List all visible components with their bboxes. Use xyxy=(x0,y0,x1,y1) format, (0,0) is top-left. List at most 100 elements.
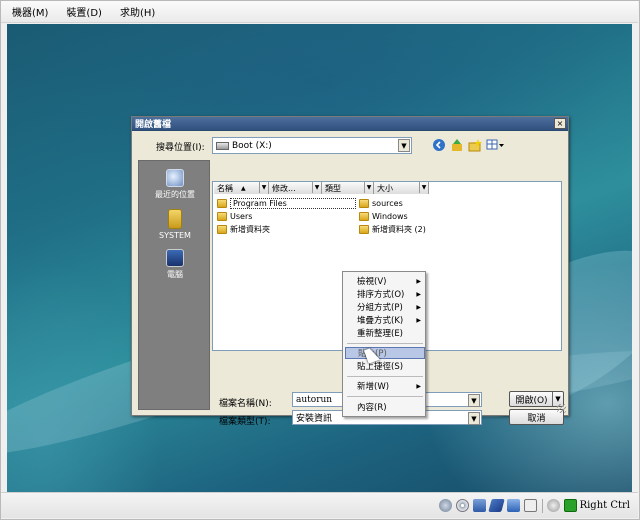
network-icon[interactable] xyxy=(472,499,486,512)
menu-item-label: 排序方式(O) xyxy=(357,290,405,300)
menu-machine[interactable]: 機器(M) xyxy=(9,2,51,21)
host-key-indicator-icon xyxy=(563,499,577,512)
place-computer[interactable]: 電腦 xyxy=(139,249,211,280)
menu-item-group-by[interactable]: 分組方式(P) ▶ xyxy=(345,301,425,313)
menu-item-label: 分組方式(P) xyxy=(357,303,403,313)
place-label: 電腦 xyxy=(167,270,183,279)
back-icon[interactable] xyxy=(432,138,446,152)
folder-icon xyxy=(359,211,369,221)
menu-item-refresh[interactable]: 重新整理(E) xyxy=(345,327,425,339)
computer-icon xyxy=(166,249,184,267)
mouse-integration-icon[interactable] xyxy=(546,499,560,512)
menu-devices[interactable]: 裝置(D) xyxy=(63,2,105,21)
hard-disk-icon[interactable] xyxy=(438,499,452,512)
look-in-dropdown[interactable]: Boot (X:) ▼ xyxy=(212,137,412,154)
context-menu: 檢視(V) ▶ 排序方式(O) ▶ 分組方式(P) ▶ 堆疊方式(K) ▶ 重新整理(E… xyxy=(342,271,426,417)
menu-item-stack-by[interactable]: 堆疊方式(K) ▶ xyxy=(345,314,425,326)
file-name: Program Files xyxy=(230,197,356,209)
host-key-label: Right Ctrl xyxy=(579,500,630,511)
menu-item-label: 新增(W) xyxy=(357,382,390,392)
list-item[interactable]: 新增資料夾 xyxy=(217,223,270,235)
dialog-title: 開啟舊檔 xyxy=(135,120,172,130)
menu-item-properties[interactable]: 內容(R) xyxy=(345,401,425,413)
chevron-down-icon[interactable]: ▼ xyxy=(468,394,480,407)
menu-item-label: 內容(R) xyxy=(357,403,387,413)
column-header: 名稱 ▲ ▼ 修改... ▼ 類型 ▼ 大小 ▼ xyxy=(214,182,429,194)
file-name: 新增資料夾 (2) xyxy=(372,224,426,234)
menu-item-label: 貼上捷徑(S) xyxy=(357,362,404,372)
chevron-down-icon[interactable]: ▼ xyxy=(364,182,373,193)
filetype-value: 安裝資訊 xyxy=(296,414,333,424)
file-name: Users xyxy=(230,211,253,221)
sort-ascending-icon: ▲ xyxy=(241,184,246,192)
filetype-label: 檔案類型(T): xyxy=(219,417,271,427)
list-item[interactable]: 新增資料夾 (2) xyxy=(359,223,426,235)
column-name-label: 名稱 xyxy=(217,183,233,193)
column-size-label: 大小 xyxy=(377,183,393,193)
recent-places-icon xyxy=(166,169,184,187)
shared-folder-icon[interactable] xyxy=(506,499,520,512)
chevron-down-icon[interactable]: ▼ xyxy=(259,182,268,193)
place-recent[interactable]: 最近的位置 xyxy=(139,169,211,200)
list-item[interactable]: sources xyxy=(359,197,403,209)
submenu-arrow-icon: ▶ xyxy=(416,303,421,311)
column-modified[interactable]: 修改... ▼ xyxy=(269,182,322,194)
resize-grip-icon[interactable] xyxy=(557,404,566,413)
submenu-arrow-icon: ▶ xyxy=(416,290,421,298)
usb-icon[interactable] xyxy=(487,499,505,512)
menu-separator xyxy=(347,343,423,344)
vm-menubar: 機器(M) 裝置(D) 求助(H) xyxy=(1,1,638,23)
menu-item-paste-shortcut[interactable]: 貼上捷徑(S) xyxy=(345,360,425,372)
menu-item-label: 檢視(V) xyxy=(357,277,387,287)
menu-separator xyxy=(347,376,423,377)
column-name[interactable]: 名稱 ▲ ▼ xyxy=(214,182,269,194)
chevron-down-icon[interactable]: ▼ xyxy=(419,182,428,193)
menu-item-label: 堆疊方式(K) xyxy=(357,316,404,326)
cd-icon[interactable] xyxy=(455,499,469,512)
column-type-label: 類型 xyxy=(325,183,341,193)
submenu-arrow-icon: ▶ xyxy=(416,316,421,324)
menu-item-view[interactable]: 檢視(V) ▶ xyxy=(345,275,425,287)
menu-item-paste[interactable]: 貼上(P) xyxy=(345,347,425,359)
statusbar-separator xyxy=(541,498,543,513)
look-in-label: 搜尋位置(I): xyxy=(156,143,205,153)
folder-icon xyxy=(217,211,227,221)
dialog-titlebar[interactable]: 開啟舊檔 × xyxy=(132,117,568,131)
open-button-label: 開啟(O) xyxy=(515,395,548,406)
close-button[interactable]: × xyxy=(554,118,566,129)
menu-help[interactable]: 求助(H) xyxy=(117,2,158,21)
place-label: 最近的位置 xyxy=(155,190,195,199)
filename-value: autorun xyxy=(296,394,333,405)
new-folder-icon[interactable] xyxy=(468,138,482,152)
folder-icon xyxy=(217,198,227,208)
look-in-value: Boot (X:) xyxy=(232,140,272,151)
column-size[interactable]: 大小 ▼ xyxy=(374,182,429,194)
folder-icon xyxy=(217,224,227,234)
filename-label: 檔案名稱(N): xyxy=(219,399,272,409)
chevron-down-icon[interactable]: ▼ xyxy=(398,139,410,152)
cancel-button[interactable]: 取消 xyxy=(509,409,564,425)
display-icon[interactable] xyxy=(523,499,537,512)
places-bar: 最近的位置 SYSTEM 電腦 xyxy=(138,160,210,410)
open-button[interactable]: 開啟(O) ▼ xyxy=(509,391,564,407)
menu-item-label: 重新整理(E) xyxy=(357,329,404,339)
folder-icon xyxy=(359,224,369,234)
list-item[interactable]: Users xyxy=(217,210,252,222)
drive-icon xyxy=(216,141,229,150)
file-name: sources xyxy=(372,198,403,208)
user-folder-icon xyxy=(168,209,182,229)
menu-item-sort-by[interactable]: 排序方式(O) ▶ xyxy=(345,288,425,300)
vm-statusbar: Right Ctrl xyxy=(1,492,638,518)
chevron-down-icon[interactable]: ▼ xyxy=(468,412,480,425)
column-type[interactable]: 類型 ▼ xyxy=(322,182,374,194)
place-user[interactable]: SYSTEM xyxy=(139,209,211,240)
list-item[interactable]: Program Files xyxy=(217,197,356,209)
place-label: SYSTEM xyxy=(159,231,191,240)
chevron-down-icon[interactable]: ▼ xyxy=(312,182,321,193)
view-menu-icon[interactable] xyxy=(486,138,506,152)
up-folder-icon[interactable] xyxy=(450,138,464,152)
menu-item-new[interactable]: 新增(W) ▶ xyxy=(345,380,425,392)
submenu-arrow-icon: ▶ xyxy=(416,382,421,390)
list-item[interactable]: Windows xyxy=(359,210,408,222)
file-name: Windows xyxy=(372,211,408,221)
